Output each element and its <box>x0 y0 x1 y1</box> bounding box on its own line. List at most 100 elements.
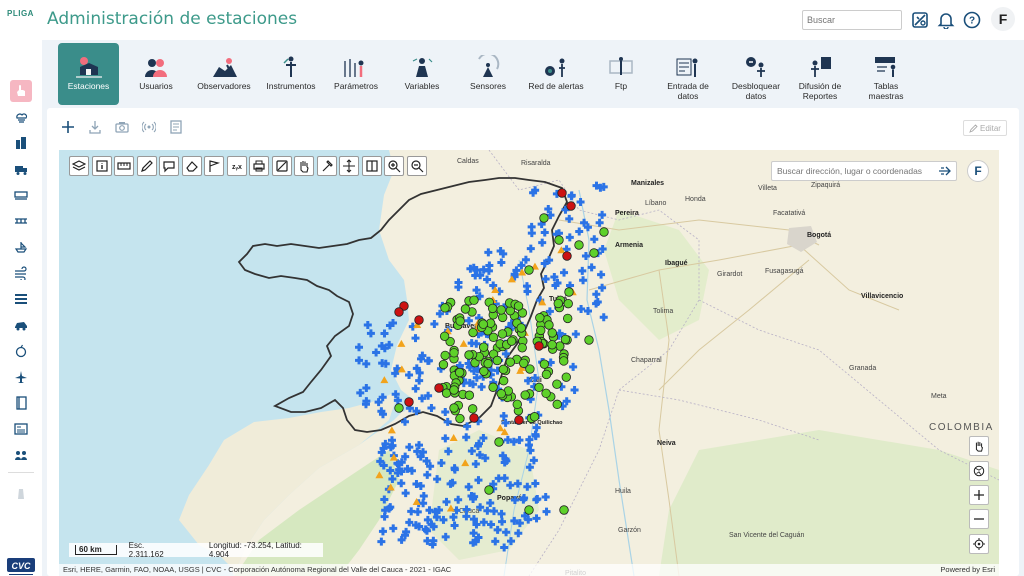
scale-text: Esc. 2.311.162 <box>128 541 164 559</box>
sidebar-item-wind[interactable] <box>10 262 32 284</box>
station-marker-cross <box>419 499 428 508</box>
global-search-input[interactable] <box>802 10 902 30</box>
tab-users[interactable]: Usuarios <box>126 43 186 105</box>
coordinates-tool[interactable]: zᵧx <box>226 156 247 176</box>
sidebar-item-book[interactable] <box>10 392 32 414</box>
station-marker-triangle <box>446 504 455 512</box>
tools-tool[interactable] <box>316 156 337 176</box>
flag-icon <box>209 160 221 172</box>
powered-by-link[interactable]: Powered by Esri <box>940 564 995 576</box>
tab-data-entry[interactable]: Entrada de datos <box>658 43 718 105</box>
flag-tool[interactable] <box>204 156 224 176</box>
tab-parameters[interactable]: Parámetros <box>326 43 386 105</box>
map-locate-button[interactable] <box>969 534 989 554</box>
zoom-out-tool[interactable] <box>406 156 427 176</box>
station-marker-cross <box>355 356 364 365</box>
station-marker-cross <box>355 343 364 352</box>
station-marker-cross <box>541 492 550 501</box>
measure-tool[interactable] <box>114 156 134 176</box>
station-marker-cross <box>366 329 375 338</box>
sidebar: CVC <box>0 40 42 576</box>
station-marker-circle <box>469 295 479 305</box>
sidebar-item-stations[interactable] <box>10 80 32 102</box>
sidebar-item-car[interactable] <box>10 314 32 336</box>
map-globe-button[interactable] <box>969 461 989 481</box>
tab-label: Sensores <box>470 81 506 91</box>
sidebar-item-train[interactable] <box>10 184 32 206</box>
camera-button[interactable] <box>113 118 131 136</box>
tab-ftp[interactable]: Ftp <box>596 43 646 105</box>
info-tool[interactable] <box>91 156 112 176</box>
station-marker-circle <box>469 413 479 423</box>
station-marker-circle <box>519 358 529 368</box>
tab-label: Instrumentos <box>266 81 316 91</box>
add-station-button[interactable] <box>59 118 77 136</box>
station-marker-cross <box>540 228 549 237</box>
station-marker-circle <box>547 340 557 350</box>
sidebar-divider <box>8 472 34 473</box>
map-zoom-in-button[interactable] <box>969 485 989 505</box>
sidebar-item-bridge[interactable] <box>10 210 32 232</box>
instruments-icon <box>276 53 306 79</box>
tab-alerts-network[interactable]: Red de alertas <box>524 43 588 105</box>
draw-tool[interactable] <box>136 156 157 176</box>
tab-stations[interactable]: Estaciones <box>58 43 119 105</box>
tab-variables[interactable]: Variables <box>394 43 450 105</box>
tab-label: Parámetros <box>334 81 378 91</box>
station-marker-circle <box>464 390 475 400</box>
station-marker-cross <box>415 376 424 385</box>
download-button[interactable] <box>86 118 104 136</box>
print-tool[interactable] <box>249 156 269 176</box>
help-icon[interactable]: ? <box>962 10 982 30</box>
sidebar-item-river[interactable] <box>10 236 32 258</box>
map-settings-icon[interactable] <box>910 10 930 30</box>
page-title: Administración de estaciones <box>47 9 298 29</box>
map-user-avatar[interactable]: F <box>967 160 989 182</box>
sidebar-item-apple[interactable] <box>10 340 32 362</box>
sidebar-item-layers[interactable] <box>10 288 32 310</box>
report-button[interactable] <box>167 118 185 136</box>
station-marker-cross <box>581 252 590 261</box>
map-config-tool[interactable] <box>271 156 292 176</box>
stations-map[interactable]: Risaralda Manizales Pereira Armenia Ibagué Bo… <box>59 150 999 576</box>
edit-button[interactable]: Editar <box>963 120 1007 136</box>
tab-instruments[interactable]: Instrumentos <box>260 43 322 105</box>
station-marker-cross <box>386 466 395 475</box>
notifications-bell-icon[interactable] <box>936 10 956 30</box>
sidebar-item-buildings[interactable] <box>10 132 32 154</box>
station-marker-cross <box>500 543 509 552</box>
sidebar-item-group[interactable] <box>10 444 32 466</box>
sidebar-item-vehicles[interactable] <box>10 158 32 180</box>
map-search-input[interactable] <box>771 161 957 181</box>
zoom-in-tool[interactable] <box>384 156 404 176</box>
crosshair-icon <box>973 538 985 550</box>
layers-tool[interactable] <box>69 156 89 176</box>
book-icon <box>16 396 27 410</box>
antenna-icon <box>142 121 156 133</box>
user-avatar[interactable]: F <box>991 7 1015 31</box>
sidebar-item-plane[interactable] <box>10 366 32 388</box>
tab-master-tables[interactable]: Tablas maestras <box>858 43 914 105</box>
eraser-tool[interactable] <box>181 156 202 176</box>
sidebar-item-news[interactable] <box>10 418 32 440</box>
broadcast-button[interactable] <box>140 118 158 136</box>
tab-unlock-data[interactable]: Desbloquear datos <box>724 43 788 105</box>
station-marker-cross <box>363 321 372 330</box>
reports-icon <box>805 53 835 79</box>
tab-sensors[interactable]: Sensores <box>460 43 516 105</box>
map-pan-button[interactable] <box>969 436 989 456</box>
sidebar-item-weather[interactable] <box>10 106 32 128</box>
station-marker-cross <box>483 506 492 515</box>
tab-reports[interactable]: Difusión de Reportes <box>790 43 850 105</box>
sensors-icon <box>473 53 503 79</box>
comment-tool[interactable] <box>159 156 179 176</box>
pan-tool[interactable] <box>294 156 314 176</box>
map-zoom-out-button[interactable] <box>969 509 989 529</box>
split-view-tool[interactable] <box>361 156 382 176</box>
train-icon <box>14 191 28 200</box>
map-search-button[interactable] <box>937 163 953 179</box>
move-tool[interactable] <box>339 156 359 176</box>
tab-observers[interactable]: Observadores <box>192 43 256 105</box>
station-marker-cross <box>479 434 488 443</box>
station-marker-triangle <box>387 426 396 434</box>
